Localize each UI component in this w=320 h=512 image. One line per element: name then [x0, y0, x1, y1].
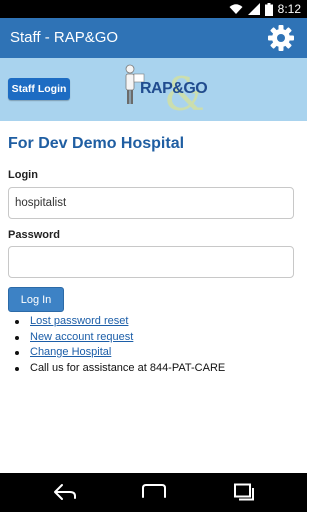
list-item: Lost password reset	[8, 314, 225, 330]
help-links-list: Lost password reset New account request …	[8, 314, 225, 376]
list-item: Change Hospital	[8, 345, 225, 361]
password-label: Password	[8, 229, 60, 241]
new-account-link[interactable]: New account request	[30, 331, 133, 343]
status-bar: 8:12	[0, 0, 307, 18]
page-title: For Dev Demo Hospital	[8, 135, 185, 152]
app-title: Staff - RAP&GO	[10, 29, 119, 46]
wifi-icon	[229, 4, 243, 14]
logo-text: RAP&GO	[140, 80, 208, 97]
home-icon[interactable]	[140, 483, 168, 501]
back-icon[interactable]	[52, 483, 78, 501]
gear-icon[interactable]	[267, 24, 295, 52]
assistance-text: Call us for assistance at 844-PAT-CARE	[8, 361, 225, 377]
recent-apps-icon[interactable]	[232, 483, 256, 501]
change-hospital-link[interactable]: Change Hospital	[30, 346, 111, 358]
log-in-button[interactable]: Log In	[8, 287, 64, 312]
clock: 8:12	[277, 2, 301, 16]
login-field[interactable]: hospitalist	[8, 187, 294, 219]
battery-icon	[264, 2, 273, 16]
header-band: Staff Login & RAP&GO	[0, 58, 307, 121]
signal-icon	[247, 3, 260, 15]
lost-password-link[interactable]: Lost password reset	[30, 315, 128, 327]
app-bar: Staff - RAP&GO	[0, 18, 307, 58]
system-nav-bar	[0, 473, 307, 512]
staff-login-button[interactable]: Staff Login	[8, 78, 70, 100]
password-field[interactable]	[8, 246, 294, 278]
login-label: Login	[8, 169, 38, 181]
list-item: New account request	[8, 330, 225, 346]
